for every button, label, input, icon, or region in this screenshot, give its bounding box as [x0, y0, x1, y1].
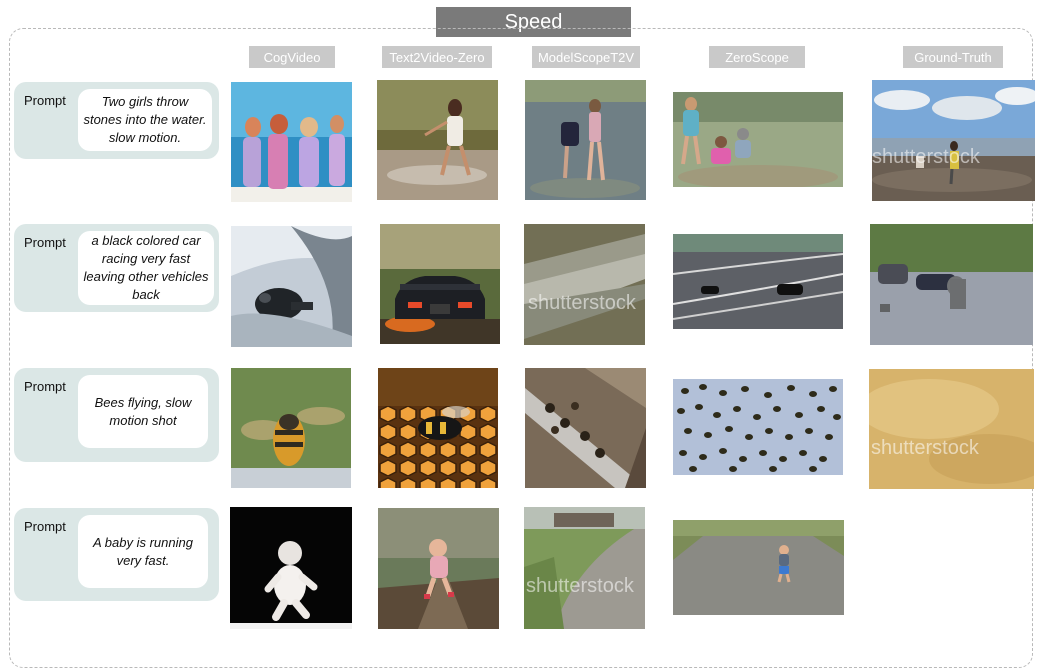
video-frame-text2video-zero-row1: [377, 80, 498, 200]
video-frame-modelscopet2v-row1: [525, 80, 646, 200]
prompt-text: A baby is running very fast.: [78, 515, 208, 588]
video-frame-modelscopet2v-row3: [525, 368, 646, 488]
prompt-row-3: Prompt Bees flying, slow motion shot: [14, 368, 219, 462]
column-header-ground-truth: Ground-Truth: [903, 46, 1003, 68]
video-frame-ground-truth-row1: shutterstock: [872, 80, 1035, 201]
video-frame-modelscopet2v-row4: shutterstock: [524, 507, 645, 629]
watermark: shutterstock: [872, 146, 980, 168]
video-frame-zeroscope-row2: [673, 234, 843, 329]
prompt-label: Prompt: [24, 93, 66, 108]
prompt-label: Prompt: [24, 519, 66, 534]
video-frame-ground-truth-row3: shutterstock: [869, 369, 1034, 489]
video-frame-text2video-zero-row2: [380, 224, 500, 344]
prompt-text: Two girls throw stones into the water. s…: [78, 89, 212, 151]
video-frame-text2video-zero-row4: [378, 508, 499, 629]
column-header-text2video-zero: Text2Video-Zero: [382, 46, 492, 68]
video-frame-cogvideo-row1: [231, 82, 352, 202]
video-frame-cogvideo-row2: [231, 226, 352, 347]
prompt-label: Prompt: [24, 235, 66, 250]
video-frame-zeroscope-row4: [673, 520, 844, 615]
video-frame-modelscopet2v-row2: shutterstock: [524, 224, 645, 345]
column-header-cogvideo: CogVideo: [249, 46, 335, 68]
column-header-zeroscope: ZeroScope: [709, 46, 805, 68]
prompt-text: Bees flying, slow motion shot: [78, 375, 208, 448]
watermark: shutterstock: [871, 437, 979, 459]
video-frame-zeroscope-row3: [673, 379, 843, 475]
watermark: shutterstock: [528, 292, 636, 314]
prompt-text: a black colored car racing very fast lea…: [78, 231, 214, 305]
watermark: shutterstock: [526, 575, 634, 597]
video-frame-cogvideo-row4: [230, 507, 352, 629]
column-header-modelscopet2v: ModelScopeT2V: [532, 46, 640, 68]
prompt-label: Prompt: [24, 379, 66, 394]
video-frame-ground-truth-row2: [870, 224, 1033, 345]
prompt-row-4: Prompt A baby is running very fast.: [14, 508, 219, 601]
video-frame-text2video-zero-row3: [378, 368, 498, 488]
prompt-row-2: Prompt a black colored car racing very f…: [14, 224, 219, 312]
prompt-row-1: Prompt Two girls throw stones into the w…: [14, 82, 219, 159]
video-frame-cogvideo-row3: [231, 368, 351, 488]
video-frame-zeroscope-row1: [673, 92, 843, 187]
